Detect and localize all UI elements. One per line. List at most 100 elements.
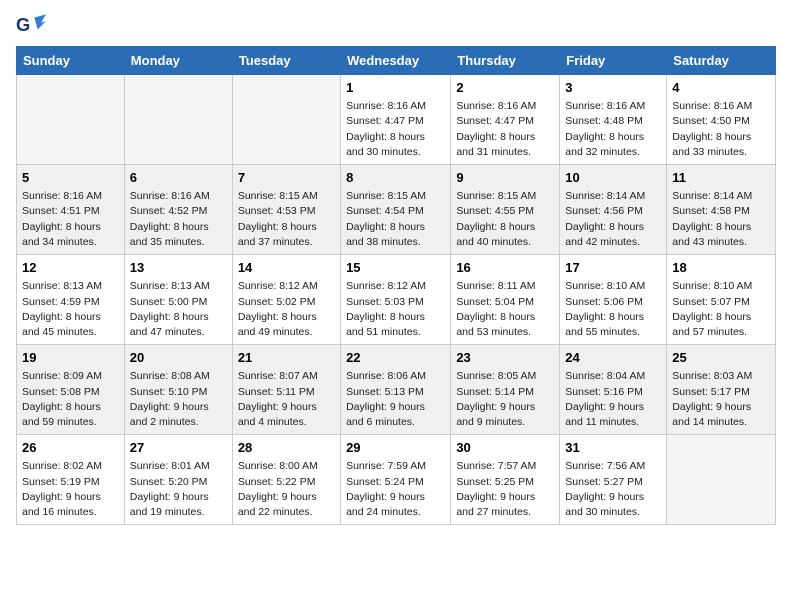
day-number: 7 — [238, 169, 335, 187]
day-number: 15 — [346, 259, 445, 277]
day-info: Sunrise: 8:12 AM Sunset: 5:02 PM Dayligh… — [238, 279, 335, 340]
day-number: 14 — [238, 259, 335, 277]
calendar-day-cell: 27 Sunrise: 8:01 AM Sunset: 5:20 PM Dayli… — [124, 435, 232, 525]
day-number: 16 — [456, 259, 554, 277]
calendar-day-cell: 1Sunrise: 8:16 AM Sunset: 4:47 PM Daylig… — [341, 75, 451, 165]
day-info: Sunrise: 8:10 AM Sunset: 5:07 PM Dayligh… — [672, 279, 770, 340]
day-number: 17 — [565, 259, 661, 277]
calendar-day-cell — [667, 435, 776, 525]
day-number: 26 — [22, 439, 119, 457]
calendar-week-row: 19Sunrise: 8:09 AM Sunset: 5:08 PM Dayli… — [17, 345, 776, 435]
calendar-day-cell: 29Sunrise: 7:59 AM Sunset: 5:24 PM Dayli… — [341, 435, 451, 525]
day-info: Sunrise: 8:14 AM Sunset: 4:58 PM Dayligh… — [672, 189, 770, 250]
calendar-header-row: SundayMondayTuesdayWednesdayThursdayFrid… — [17, 47, 776, 75]
calendar-day-cell — [232, 75, 340, 165]
day-number: 23 — [456, 349, 554, 367]
calendar-day-cell: 28Sunrise: 8:00 AM Sunset: 5:22 PM Dayli… — [232, 435, 340, 525]
calendar-day-cell: 19Sunrise: 8:09 AM Sunset: 5:08 PM Dayli… — [17, 345, 125, 435]
calendar-day-cell: 25 Sunrise: 8:03 AM Sunset: 5:17 PM Dayli… — [667, 345, 776, 435]
day-number: 24 — [565, 349, 661, 367]
calendar-day-cell: 24 Sunrise: 8:04 AM Sunset: 5:16 PM Dayli… — [560, 345, 667, 435]
day-info: Sunrise: 8:14 AM Sunset: 4:56 PM Dayligh… — [565, 189, 661, 250]
day-info: Sunrise: 8:08 AM Sunset: 5:10 PM Dayligh… — [130, 369, 227, 430]
day-info: Sunrise: 8:12 AM Sunset: 5:03 PM Dayligh… — [346, 279, 445, 340]
calendar-day-cell: 8 Sunrise: 8:15 AM Sunset: 4:54 PM Daylig… — [341, 165, 451, 255]
calendar-header-saturday: Saturday — [667, 47, 776, 75]
calendar-day-cell: 17 Sunrise: 8:10 AM Sunset: 5:06 PM Dayli… — [560, 255, 667, 345]
day-number: 12 — [22, 259, 119, 277]
calendar-day-cell: 23 Sunrise: 8:05 AM Sunset: 5:14 PM Dayli… — [451, 345, 560, 435]
day-number: 5 — [22, 169, 119, 187]
day-info: Sunrise: 8:03 AM Sunset: 5:17 PM Dayligh… — [672, 369, 770, 430]
svg-text:G: G — [16, 14, 30, 35]
day-number: 25 — [672, 349, 770, 367]
day-info: Sunrise: 8:01 AM Sunset: 5:20 PM Dayligh… — [130, 459, 227, 520]
calendar-day-cell: 18 Sunrise: 8:10 AM Sunset: 5:07 PM Dayli… — [667, 255, 776, 345]
day-number: 30 — [456, 439, 554, 457]
calendar-header-thursday: Thursday — [451, 47, 560, 75]
calendar-day-cell: 26 Sunrise: 8:02 AM Sunset: 5:19 PM Dayli… — [17, 435, 125, 525]
day-number: 3 — [565, 79, 661, 97]
day-info: Sunrise: 8:15 AM Sunset: 4:55 PM Dayligh… — [456, 189, 554, 250]
day-number: 9 — [456, 169, 554, 187]
calendar-day-cell: 2 Sunrise: 8:16 AM Sunset: 4:47 PM Daylig… — [451, 75, 560, 165]
calendar-day-cell: 21Sunrise: 8:07 AM Sunset: 5:11 PM Dayli… — [232, 345, 340, 435]
calendar-header-sunday: Sunday — [17, 47, 125, 75]
calendar-day-cell: 13Sunrise: 8:13 AM Sunset: 5:00 PM Dayli… — [124, 255, 232, 345]
calendar-day-cell: 16 Sunrise: 8:11 AM Sunset: 5:04 PM Dayli… — [451, 255, 560, 345]
day-info: Sunrise: 8:00 AM Sunset: 5:22 PM Dayligh… — [238, 459, 335, 520]
day-info: Sunrise: 8:06 AM Sunset: 5:13 PM Dayligh… — [346, 369, 445, 430]
calendar-day-cell: 31 Sunrise: 7:56 AM Sunset: 5:27 PM Dayli… — [560, 435, 667, 525]
calendar-day-cell: 22Sunrise: 8:06 AM Sunset: 5:13 PM Dayli… — [341, 345, 451, 435]
day-number: 2 — [456, 79, 554, 97]
calendar-day-cell: 15 Sunrise: 8:12 AM Sunset: 5:03 PM Dayli… — [341, 255, 451, 345]
calendar-day-cell — [124, 75, 232, 165]
calendar-week-row: 12 Sunrise: 8:13 AM Sunset: 4:59 PM Dayli… — [17, 255, 776, 345]
day-number: 18 — [672, 259, 770, 277]
day-number: 10 — [565, 169, 661, 187]
day-info: Sunrise: 8:02 AM Sunset: 5:19 PM Dayligh… — [22, 459, 119, 520]
day-number: 20 — [130, 349, 227, 367]
calendar-day-cell: 10 Sunrise: 8:14 AM Sunset: 4:56 PM Dayli… — [560, 165, 667, 255]
calendar-header-monday: Monday — [124, 47, 232, 75]
calendar-week-row: 26 Sunrise: 8:02 AM Sunset: 5:19 PM Dayli… — [17, 435, 776, 525]
calendar-day-cell: 9 Sunrise: 8:15 AM Sunset: 4:55 PM Daylig… — [451, 165, 560, 255]
calendar-day-cell — [17, 75, 125, 165]
calendar-day-cell: 6 Sunrise: 8:16 AM Sunset: 4:52 PM Daylig… — [124, 165, 232, 255]
day-number: 31 — [565, 439, 661, 457]
day-info: Sunrise: 8:07 AM Sunset: 5:11 PM Dayligh… — [238, 369, 335, 430]
calendar-week-row: 1 Sunrise: 8:16 AM Sunset: 4:47 PM Daylig… — [17, 75, 776, 165]
day-number: 27 — [130, 439, 227, 457]
calendar-day-cell: 7 Sunrise: 8:15 AM Sunset: 4:53 PM Daylig… — [232, 165, 340, 255]
day-info: Sunrise: 8:10 AM Sunset: 5:06 PM Dayligh… — [565, 279, 661, 340]
day-number: 11 — [672, 169, 770, 187]
calendar-day-cell: 4Sunrise: 8:16 AM Sunset: 4:50 PM Daylig… — [667, 75, 776, 165]
calendar-day-cell: 12 Sunrise: 8:13 AM Sunset: 4:59 PM Dayli… — [17, 255, 125, 345]
day-number: 19 — [22, 349, 119, 367]
day-info: Sunrise: 8:11 AM Sunset: 5:04 PM Dayligh… — [456, 279, 554, 340]
day-info: Sunrise: 8:05 AM Sunset: 5:14 PM Dayligh… — [456, 369, 554, 430]
day-info: Sunrise: 7:56 AM Sunset: 5:27 PM Dayligh… — [565, 459, 661, 520]
day-info: Sunrise: 7:57 AM Sunset: 5:25 PM Dayligh… — [456, 459, 554, 520]
day-number: 1 — [346, 79, 445, 97]
day-info: Sunrise: 8:16 AM Sunset: 4:52 PM Dayligh… — [130, 189, 227, 250]
day-info: Sunrise: 8:04 AM Sunset: 5:16 PM Dayligh… — [565, 369, 661, 430]
page: G SundayMondayTuesdayWednesdayThursdayFr… — [0, 0, 792, 541]
day-info: Sunrise: 8:13 AM Sunset: 4:59 PM Dayligh… — [22, 279, 119, 340]
day-info: Sunrise: 8:15 AM Sunset: 4:53 PM Dayligh… — [238, 189, 335, 250]
day-number: 6 — [130, 169, 227, 187]
calendar-day-cell: 14 Sunrise: 8:12 AM Sunset: 5:02 PM Dayli… — [232, 255, 340, 345]
day-info: Sunrise: 8:16 AM Sunset: 4:50 PM Dayligh… — [672, 99, 770, 160]
day-info: Sunrise: 8:16 AM Sunset: 4:51 PM Dayligh… — [22, 189, 119, 250]
calendar-day-cell: 5 Sunrise: 8:16 AM Sunset: 4:51 PM Daylig… — [17, 165, 125, 255]
calendar-day-cell: 30 Sunrise: 7:57 AM Sunset: 5:25 PM Dayli… — [451, 435, 560, 525]
day-info: Sunrise: 8:16 AM Sunset: 4:48 PM Dayligh… — [565, 99, 661, 160]
calendar-header-friday: Friday — [560, 47, 667, 75]
calendar-day-cell: 20 Sunrise: 8:08 AM Sunset: 5:10 PM Dayli… — [124, 345, 232, 435]
logo: G — [16, 14, 50, 38]
day-number: 8 — [346, 169, 445, 187]
calendar-day-cell: 3 Sunrise: 8:16 AM Sunset: 4:48 PM Daylig… — [560, 75, 667, 165]
calendar-week-row: 5 Sunrise: 8:16 AM Sunset: 4:51 PM Daylig… — [17, 165, 776, 255]
day-info: Sunrise: 8:15 AM Sunset: 4:54 PM Dayligh… — [346, 189, 445, 250]
day-info: Sunrise: 8:16 AM Sunset: 4:47 PM Dayligh… — [456, 99, 554, 160]
